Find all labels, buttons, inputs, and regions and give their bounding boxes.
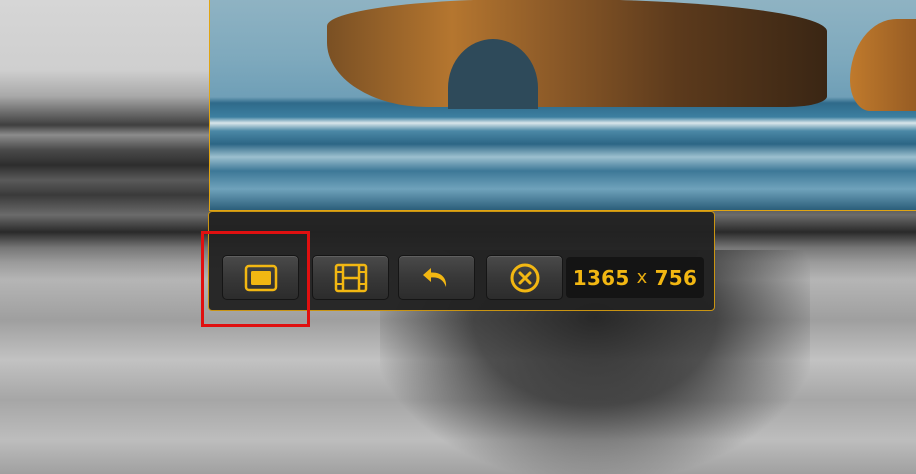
size-separator: x	[636, 267, 648, 288]
cancel-button[interactable]	[486, 255, 563, 300]
undo-button[interactable]	[398, 255, 475, 300]
selection-size-display: 1365 x 756	[566, 257, 704, 298]
capture-selection-area[interactable]	[209, 0, 916, 211]
undo-arrow-icon	[420, 265, 454, 291]
video-record-button[interactable]	[312, 255, 389, 300]
selection-width: 1365	[572, 265, 630, 290]
selection-height: 756	[654, 265, 698, 290]
rock-formation	[327, 0, 827, 107]
highlight-box	[201, 231, 310, 327]
rock-formation-small	[850, 19, 916, 111]
close-circle-icon	[509, 262, 541, 294]
film-strip-icon	[334, 263, 368, 293]
